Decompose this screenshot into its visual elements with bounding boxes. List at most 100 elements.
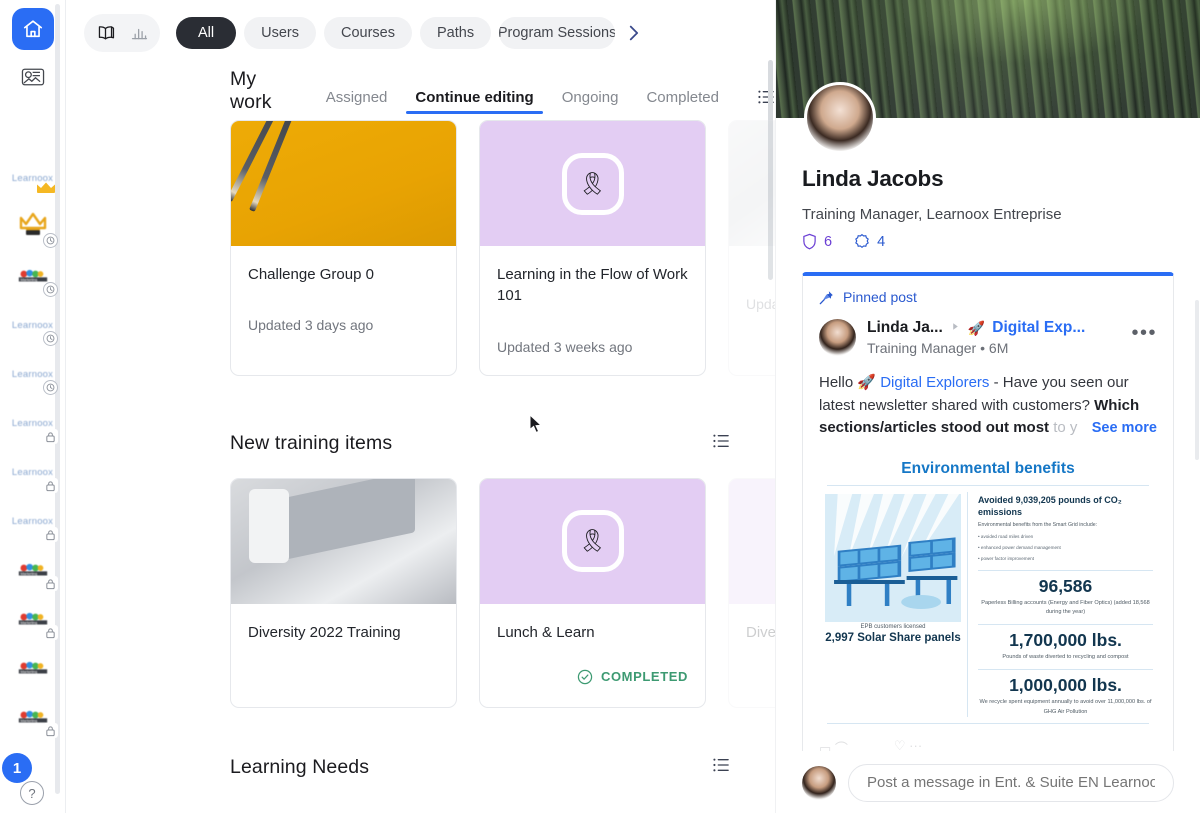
right-panel-scrollbar[interactable] [1195, 300, 1199, 460]
svg-text:Marketing: Marketing [20, 621, 37, 625]
profile-role: Training Manager, Learnoox Entreprise [802, 206, 1062, 223]
sidebar-item-marketing-4[interactable]: Marketing [2, 644, 64, 693]
analytics-icon[interactable] [124, 18, 154, 48]
post-author-name[interactable]: Linda Ja... [867, 319, 943, 337]
card-meta: Updated 3 weeks ago [497, 338, 633, 355]
svg-text:Marketing: Marketing [20, 572, 37, 576]
card-lunch-and-learn[interactable]: 🎗 Lunch & Learn COMPLETED [479, 477, 706, 708]
catalog-icon[interactable] [90, 18, 120, 48]
chevron-right-icon[interactable] [625, 23, 642, 43]
rocket-emoji: 🚀 [857, 374, 877, 391]
more-options-icon[interactable]: ••• [1131, 319, 1157, 343]
profile-stat-shield[interactable]: 6 [802, 233, 832, 250]
mouse-cursor [529, 413, 543, 439]
sidebar-item-learnoox-1[interactable]: Learnoox [2, 154, 64, 203]
meta-separator: • [980, 340, 986, 356]
sidebar-item-marketing-5[interactable]: Marketing [2, 693, 64, 742]
post-time: 6M [988, 340, 1009, 356]
right-panel: Linda Jacobs Training Manager, Learnoox … [775, 0, 1200, 813]
page-title: My work [230, 68, 272, 113]
tab-assigned[interactable]: Assigned [312, 89, 402, 114]
list-view-icon[interactable] [712, 757, 730, 778]
filter-chips: All Users Courses Paths Program Sessions [176, 17, 642, 49]
post-author-avatar[interactable] [819, 319, 856, 356]
shield-icon [803, 233, 816, 250]
card-partial-next[interactable]: Updated 3 we [728, 120, 775, 376]
post-text-intro: Hello [819, 374, 858, 391]
report-card-icon[interactable] [16, 62, 50, 92]
card-challenge-group-0[interactable]: Challenge Group 0 Updated 3 days ago [230, 120, 457, 376]
profile-name: Linda Jacobs [802, 166, 944, 191]
clock-badge-icon [42, 331, 58, 346]
sidebar-item-marketing-1[interactable]: Marketing [2, 252, 64, 301]
infographic-stat-caption: Pounds of waste diverted to recycling an… [1002, 654, 1129, 661]
sidebar-item-learnoox-4[interactable]: Learnoox [2, 350, 64, 399]
post-body-link[interactable]: Digital Explorers [880, 374, 989, 391]
sidebar-item-learnoox-6[interactable]: Learnoox [2, 448, 64, 497]
continue-editing-cards: Challenge Group 0 Updated 3 days ago 🎗 L… [66, 120, 775, 376]
divider [978, 624, 1153, 626]
sidebar-item-learnoox-2[interactable] [2, 203, 64, 252]
home-icon[interactable] [11, 8, 54, 50]
crown-icon [36, 181, 56, 199]
sidebar-item-label: Learnoox [11, 418, 54, 429]
check-circle-icon [577, 669, 593, 685]
card-learning-flow-of-work[interactable]: 🎗 Learning in the Flow of Work 101 Updat… [479, 120, 706, 376]
marketing-logo-icon: Marketing [18, 269, 47, 282]
chip-all[interactable]: All [176, 17, 237, 49]
divider [978, 669, 1153, 671]
card-title: Learning in the Flow of Work 101 [497, 266, 688, 305]
clock-badge-icon [42, 380, 58, 395]
avatar[interactable] [804, 82, 876, 154]
tab-ongoing[interactable]: Ongoing [548, 89, 633, 114]
chip-courses[interactable]: Courses [324, 17, 412, 49]
see-more-link[interactable]: See more [1081, 417, 1157, 440]
ribbon-icon: 🎗 [561, 152, 624, 215]
profile-stat-badge[interactable]: 4 [854, 233, 885, 250]
card-diversity-2022-training[interactable]: Diversity 2022 Training [230, 477, 457, 708]
app-root: Learnoox Marketing Learnoox Learnoox Lea… [0, 0, 1200, 813]
infographic-right: Avoided 9,039,205 pounds of CO₂ emission… [967, 491, 1157, 717]
chip-paths[interactable]: Paths [420, 17, 492, 49]
lock-badge-icon [42, 429, 58, 444]
main-content: All Users Courses Paths Program Sessions… [66, 0, 775, 813]
list-view-icon[interactable] [712, 433, 730, 454]
sidebar-item-label: Learnoox [11, 516, 54, 527]
section-title: New training items [230, 432, 393, 455]
post-infographic[interactable]: Environmental benefits EPB customers lic… [819, 455, 1157, 730]
profile-stat-value: 6 [824, 233, 833, 250]
divider [978, 569, 1153, 571]
chip-users[interactable]: Users [244, 17, 316, 49]
learning-needs-header: Learning Needs [66, 740, 775, 796]
infographic-left: EPB customers licensed 2,997 Solar Share… [819, 492, 967, 717]
clock-badge-icon [42, 282, 58, 297]
tab-continue-editing[interactable]: Continue editing [401, 89, 547, 114]
status-label: COMPLETED [600, 669, 688, 685]
composer-input-wrapper[interactable] [848, 763, 1174, 802]
section-title: Learning Needs [230, 756, 370, 779]
post-group-name[interactable]: Digital Exp... [992, 319, 1085, 337]
sidebar-item-marketing-3[interactable]: Marketing [2, 595, 64, 644]
svg-text:Marketing: Marketing [20, 278, 37, 282]
composer-avatar[interactable] [802, 765, 836, 800]
tab-completed[interactable]: Completed [632, 89, 733, 114]
card-thumbnail: 🎗 [729, 478, 775, 604]
chip-program-sessions[interactable]: Program Sessions [499, 17, 616, 49]
question-mark-icon[interactable]: ? [20, 781, 44, 805]
infographic-right-sub: Environmental benefits from the Smart Gr… [978, 521, 1098, 528]
sidebar-item-learnoox-7[interactable]: Learnoox [2, 497, 64, 546]
sidebar-item-marketing-2[interactable]: Marketing [2, 546, 64, 595]
infographic-bullet: • avoided road miles driven [978, 533, 1034, 539]
badge-icon [855, 233, 869, 249]
infographic-stat-number: 1,000,000 lbs. [1009, 675, 1122, 696]
card-thumbnail: 🎗 [480, 121, 705, 246]
notification-count-badge[interactable]: 1 [2, 753, 32, 783]
sidebar-item-learnoox-3[interactable]: Learnoox [2, 301, 64, 350]
card-thumbnail [729, 121, 775, 246]
post-author-meta: Training Manager • 6M [867, 340, 1085, 356]
card-diversity-partial[interactable]: 🎗 Diversity Train [728, 477, 775, 708]
post-message-input[interactable] [867, 774, 1155, 791]
infographic-left-headline: 2,997 Solar Share panels [825, 631, 961, 644]
post-text-truncated: to y [1049, 419, 1078, 436]
sidebar-item-learnoox-5[interactable]: Learnoox [2, 399, 64, 448]
